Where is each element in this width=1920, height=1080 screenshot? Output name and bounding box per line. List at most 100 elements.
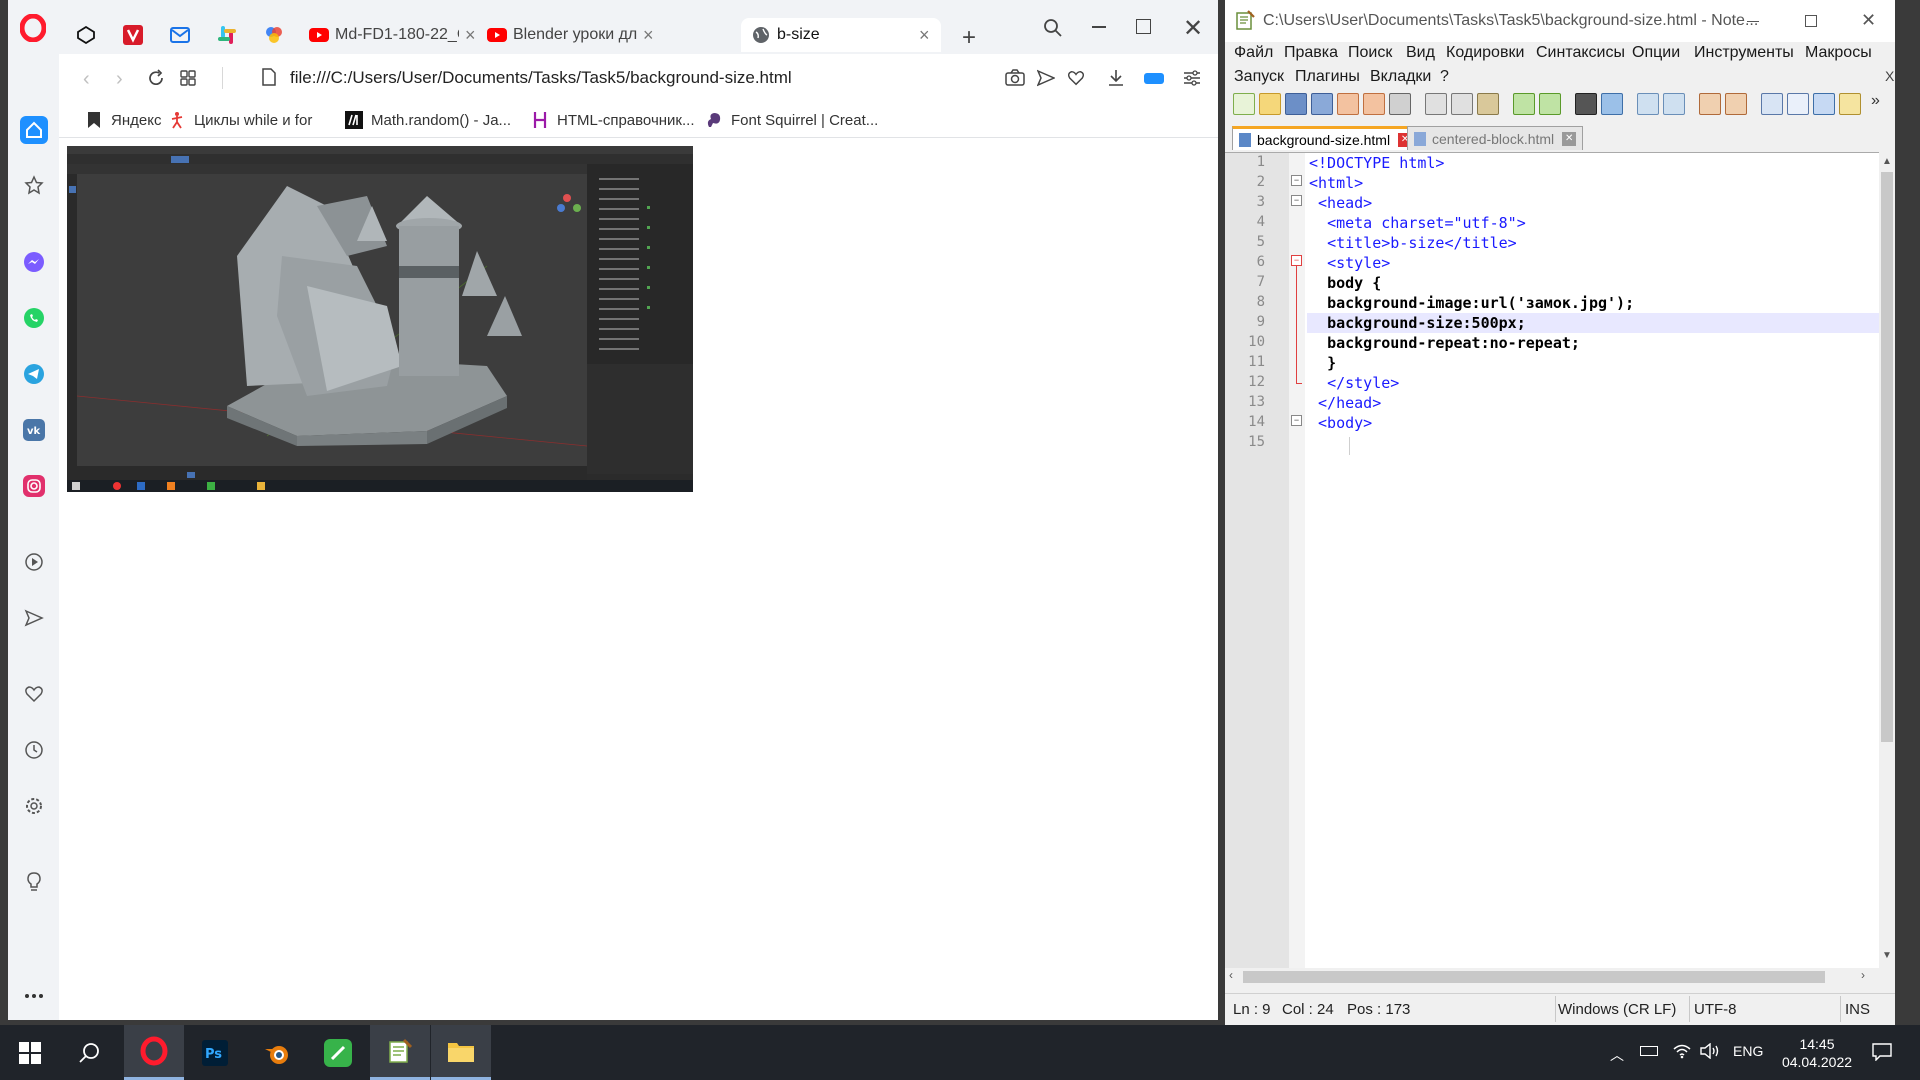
tab-codepen[interactable] [76,18,106,52]
menu-search[interactable]: Поиск [1348,44,1392,62]
find-icon[interactable] [1575,93,1597,115]
fold-minus-icon[interactable]: − [1291,175,1302,186]
taskbar-explorer[interactable] [431,1025,491,1080]
tab-mail[interactable] [170,18,200,52]
share-icon[interactable] [1037,69,1055,87]
minimize-icon[interactable] [1092,26,1106,28]
zoom-out-icon[interactable] [1663,93,1685,115]
close-file-icon[interactable] [1337,93,1359,115]
maximize-icon[interactable] [1136,19,1151,34]
download-icon[interactable] [1107,68,1125,88]
npp-tab-background-size[interactable]: background-size.html ✕ [1232,126,1420,150]
bookmark-yandex[interactable]: Яндекс [85,111,161,129]
tab-youtube-2[interactable]: Blender уроки для на × [487,18,657,52]
vk-icon[interactable]: vk [21,417,47,443]
fold-minus-icon[interactable]: − [1291,195,1302,206]
scroll-right-icon[interactable]: › [1861,968,1865,982]
word-wrap-icon[interactable] [1761,93,1783,115]
back-icon[interactable]: ‹ [83,68,90,91]
heart-icon[interactable] [21,681,47,707]
menu-plugins[interactable]: Плагины [1295,68,1360,86]
easy-setup-icon[interactable] [1183,69,1201,87]
menu-macros[interactable]: Макросы [1805,44,1872,62]
clock[interactable]: 14:45 04.04.2022 [1775,1035,1859,1071]
taskbar-photoshop[interactable]: Ps [185,1025,245,1080]
new-tab-icon[interactable]: + [962,24,976,52]
battery-icon[interactable] [1640,1046,1658,1056]
menu-file[interactable]: Файл [1234,44,1273,62]
save-icon[interactable] [1285,93,1307,115]
fold-minus-icon[interactable]: − [1291,255,1302,266]
close-window-icon[interactable]: ✕ [1183,14,1203,43]
scroll-left-icon[interactable]: ‹ [1229,968,1233,982]
history-icon[interactable] [21,737,47,763]
horizontal-scrollbar[interactable]: ‹ › [1225,968,1879,985]
save-all-icon[interactable] [1311,93,1333,115]
player-icon[interactable] [21,549,47,575]
menu-edit[interactable]: Правка [1284,44,1338,62]
bookmark-htmlbook[interactable]: HTML-справочник... [531,111,695,129]
doc-map-icon[interactable] [1839,93,1861,115]
cut-icon[interactable] [1425,93,1447,115]
code-editor[interactable]: 1 2 3 4 5 6 7 8 9 10 11 12 13 14 15 − − … [1225,152,1879,969]
scroll-thumb[interactable] [1243,971,1825,983]
menu-close-doc-icon[interactable]: X [1885,68,1894,84]
bookmark-heart-icon[interactable] [1067,69,1085,87]
paste-icon[interactable] [1477,93,1499,115]
redo-icon[interactable] [1539,93,1561,115]
npp-minimize-icon[interactable] [1747,21,1759,22]
taskbar-opera[interactable] [124,1025,184,1080]
replace-icon[interactable] [1601,93,1623,115]
taskbar-green-app[interactable] [308,1025,368,1080]
undo-icon[interactable] [1513,93,1535,115]
opera-logo-icon[interactable] [20,14,46,42]
menu-help[interactable]: ? [1440,68,1449,86]
new-file-icon[interactable] [1233,93,1255,115]
search-icon[interactable] [78,1042,100,1064]
npp-maximize-icon[interactable] [1805,15,1817,27]
print-icon[interactable] [1389,93,1411,115]
menu-tools[interactable]: Инструменты [1694,44,1794,62]
npp-tab-centered-block[interactable]: centered-block.html ✕ [1407,126,1584,150]
open-file-icon[interactable] [1259,93,1281,115]
taskbar-blender[interactable] [247,1025,307,1080]
vertical-scrollbar[interactable]: ▲ ▼ [1879,152,1895,968]
sync-v-icon[interactable] [1699,93,1721,115]
vpn-badge-icon[interactable] [1144,73,1164,84]
scroll-down-icon[interactable]: ▼ [1882,950,1892,961]
bookmark-cycles[interactable]: Циклы while и for [168,111,312,129]
zoom-in-icon[interactable] [1637,93,1659,115]
copy-icon[interactable] [1451,93,1473,115]
sync-h-icon[interactable] [1725,93,1747,115]
snapshot-icon[interactable] [1005,69,1025,87]
home-icon[interactable] [20,116,48,144]
bookmark-fontsquirrel[interactable]: Font Squirrel | Creat... [705,111,878,129]
more-icon[interactable] [21,983,47,1009]
star-icon[interactable] [21,172,47,198]
send-icon[interactable] [21,605,47,631]
wifi-icon[interactable] [1673,1043,1691,1059]
indent-guide-icon[interactable] [1813,93,1835,115]
menu-window[interactable]: Вкладки [1370,68,1431,86]
volume-icon[interactable] [1700,1043,1720,1059]
menu-encoding[interactable]: Кодировки [1446,44,1524,62]
tab-search-icon[interactable] [1043,18,1063,38]
lightbulb-icon[interactable] [21,869,47,895]
url-field[interactable]: file:///C:/Users/User/Documents/Tasks/Ta… [290,68,792,88]
menu-view[interactable]: Вид [1406,44,1435,62]
windows-start-icon[interactable] [19,1042,41,1064]
forward-icon[interactable]: › [116,68,123,91]
menu-options[interactable]: Опции [1632,44,1680,62]
scroll-thumb[interactable] [1881,172,1893,742]
fold-minus-icon[interactable]: − [1291,415,1302,426]
settings-icon[interactable] [21,793,47,819]
tray-chevron-icon[interactable]: ︿ [1610,1045,1624,1065]
tab-vivaldi[interactable] [123,18,153,52]
speed-dial-icon[interactable] [180,70,196,86]
tab-close-icon[interactable]: × [919,25,933,46]
tab-colorful-app[interactable] [264,18,294,52]
whatsapp-icon[interactable] [21,305,47,331]
taskbar-notepadpp[interactable] [370,1025,430,1080]
close-all-icon[interactable] [1363,93,1385,115]
notifications-icon[interactable] [1872,1043,1892,1061]
